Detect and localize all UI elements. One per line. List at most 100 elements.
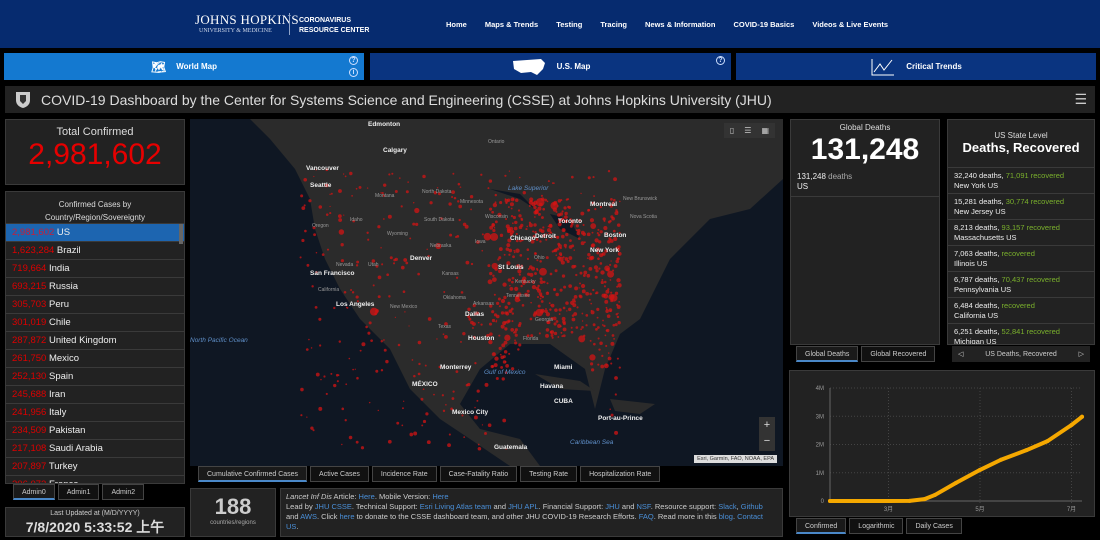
nav-testing[interactable]: Testing	[556, 20, 582, 29]
scrollbar[interactable]	[179, 224, 183, 244]
case-dot	[606, 330, 608, 332]
state-row[interactable]: 8,213 deaths, 93,157 recoveredMassachuse…	[948, 220, 1094, 246]
map-tab[interactable]: Testing Rate	[520, 466, 577, 482]
country-row[interactable]: 261,750 Mexico	[6, 349, 184, 367]
lancet-link[interactable]: Here	[359, 492, 375, 501]
slack-link[interactable]: Slack	[718, 502, 736, 511]
case-dot	[499, 305, 501, 307]
case-dot	[395, 190, 398, 193]
case-dot	[582, 320, 583, 321]
country-row[interactable]: 234,509 Pakistan	[6, 421, 184, 439]
country-name: Spain	[49, 371, 73, 382]
state-row[interactable]: 7,063 deaths, recoveredIllinois US	[948, 246, 1094, 272]
country-row[interactable]: 245,688 Iran	[6, 385, 184, 403]
blog-link[interactable]: blog	[719, 512, 733, 521]
case-dot	[399, 177, 401, 179]
case-dot	[560, 332, 562, 334]
country-row[interactable]: 693,215 Russia	[6, 277, 184, 295]
menu-icon[interactable]: ☰	[1074, 91, 1087, 108]
tab-critical-trends[interactable]: Critical Trends	[736, 53, 1096, 80]
help-icon[interactable]: ?	[349, 56, 358, 65]
help-icon[interactable]: ?	[716, 56, 725, 65]
zoom-out-button[interactable]: −	[759, 433, 775, 449]
tab-admin0[interactable]: Admin0	[13, 484, 55, 500]
country-name: Turkey	[49, 461, 78, 472]
crc-logo[interactable]: CORONAVIRUSRESOURCE CENTER	[299, 16, 369, 36]
case-dot	[508, 278, 511, 281]
country-row[interactable]: 719,664 India	[6, 259, 184, 277]
countries-label: countries/regions	[191, 520, 275, 526]
tab-world-map[interactable]: 🗺World Map ?i	[4, 53, 364, 80]
nav-covid-basics[interactable]: COVID-19 Basics	[733, 20, 794, 29]
prev-arrow-icon[interactable]: ◁	[958, 350, 963, 358]
next-arrow-icon[interactable]: ▷	[1079, 350, 1084, 358]
state-row[interactable]: 15,281 deaths, 30,774 recoveredNew Jerse…	[948, 194, 1094, 220]
case-dot	[352, 291, 354, 293]
tab-logarithmic[interactable]: Logarithmic	[849, 518, 903, 534]
nav-home[interactable]: Home	[446, 20, 467, 29]
nav-maps-trends[interactable]: Maps & Trends	[485, 20, 538, 29]
case-dot	[546, 282, 548, 284]
tab-global-recovered[interactable]: Global Recovered	[861, 346, 935, 362]
country-name: Iran	[49, 389, 65, 400]
country-row[interactable]: 241,956 Italy	[6, 403, 184, 421]
case-dot	[539, 292, 543, 296]
mobile-link[interactable]: Here	[432, 492, 448, 501]
map-tab[interactable]: Active Cases	[310, 466, 369, 482]
tab-global-deaths[interactable]: Global Deaths	[796, 346, 858, 362]
aws-link[interactable]: AWS	[300, 512, 317, 521]
country-row[interactable]: 252,130 Spain	[6, 367, 184, 385]
state-row[interactable]: 32,240 deaths, 71,091 recoveredNew York …	[948, 168, 1094, 194]
case-dot	[413, 202, 414, 203]
bookmark-icon[interactable]: ▯	[730, 126, 734, 135]
country-row[interactable]: 217,108 Saudi Arabia	[6, 439, 184, 457]
state-name: Pennsylvania US	[954, 285, 1011, 294]
legend-icon[interactable]: ☰	[744, 126, 751, 135]
map-tab[interactable]: Hospitalization Rate	[580, 466, 660, 482]
jhu-csse-link[interactable]: JHU CSSE	[315, 502, 352, 511]
case-dot	[361, 342, 365, 346]
nav-tracing[interactable]: Tracing	[600, 20, 627, 29]
case-dot	[611, 217, 615, 221]
jhu-logo[interactable]: JOHNS HOPKINS	[195, 12, 299, 28]
deaths-list-item[interactable]: 131,248 deathsUS	[791, 168, 939, 197]
nav-videos[interactable]: Videos & Live Events	[812, 20, 888, 29]
basemap-icon[interactable]: ▦	[761, 126, 769, 135]
country-row[interactable]: 206,072 France	[6, 475, 184, 484]
country-row[interactable]: 287,872 United Kingdom	[6, 331, 184, 349]
tab-admin1[interactable]: Admin1	[58, 484, 100, 500]
case-dot	[550, 331, 553, 334]
tab-confirmed[interactable]: Confirmed	[796, 518, 846, 534]
map-tab[interactable]: Incidence Rate	[372, 466, 437, 482]
donate-link[interactable]: here	[340, 512, 355, 521]
info-icon[interactable]: i	[349, 68, 358, 77]
state-row[interactable]: 6,484 deaths, recoveredCalifornia US	[948, 298, 1094, 324]
tab-admin2[interactable]: Admin2	[102, 484, 144, 500]
city-label: Edmonton	[368, 121, 400, 128]
country-row[interactable]: 1,623,284 Brazil	[6, 241, 184, 259]
zoom-in-button[interactable]: +	[759, 417, 775, 433]
us-state-pager: ◁ US Deaths, Recovered ▷	[952, 346, 1090, 362]
jhu-apl-link[interactable]: JHU APL	[508, 502, 538, 511]
state-row[interactable]: 6,787 deaths, 70,437 recoveredPennsylvan…	[948, 272, 1094, 298]
map-tab[interactable]: Cumulative Confirmed Cases	[198, 466, 307, 482]
esri-link[interactable]: Esri Living Atlas team	[420, 502, 492, 511]
case-dot	[564, 244, 567, 247]
case-dot	[505, 361, 507, 363]
country-row[interactable]: 305,703 Peru	[6, 295, 184, 313]
jhu-link[interactable]: JHU	[605, 502, 620, 511]
nav-news[interactable]: News & Information	[645, 20, 715, 29]
state-row[interactable]: 6,251 deaths, 52,841 recoveredMichigan U…	[948, 324, 1094, 345]
country-row[interactable]: 2,981,602 US	[6, 223, 184, 241]
github-link[interactable]: Github	[741, 502, 763, 511]
tab-us-map[interactable]: U.S. Map ?	[370, 53, 731, 80]
map-view[interactable]: EdmontonCalgaryVancouverSeattleMontrealT…	[190, 119, 783, 466]
country-row[interactable]: 207,897 Turkey	[6, 457, 184, 475]
map-tab[interactable]: Case-Fatality Ratio	[440, 466, 518, 482]
nsf-link[interactable]: NSF	[637, 502, 651, 511]
faq-link[interactable]: FAQ	[639, 512, 654, 521]
tab-daily-cases[interactable]: Daily Cases	[906, 518, 961, 534]
country-row[interactable]: 301,019 Chile	[6, 313, 184, 331]
case-dot	[568, 308, 571, 311]
state-recovered: 71,091	[1006, 171, 1029, 180]
